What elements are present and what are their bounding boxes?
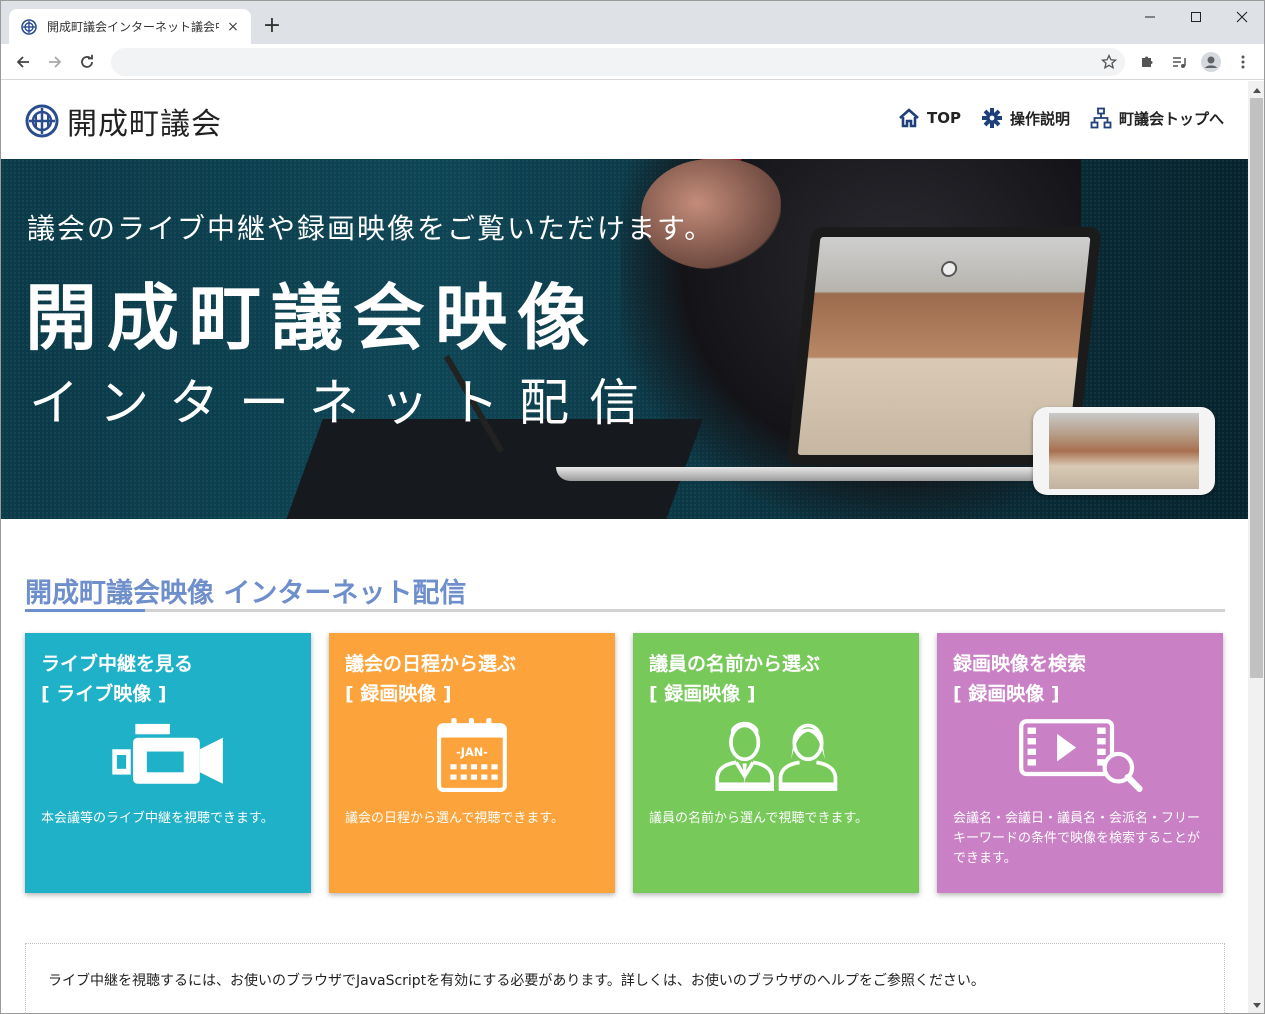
maximize-button[interactable] [1173, 1, 1219, 33]
menu-button[interactable] [1229, 48, 1257, 76]
card-subtitle: [ 録画映像 ] [953, 683, 1060, 705]
card-search[interactable]: 録画映像を検索 [ 録画映像 ] 会議名・会議日・議員名・会派名・フリーキーワー… [937, 633, 1223, 893]
card-live-stream[interactable]: ライブ中継を見る [ ライブ映像 ] 本会議等のライブ中継を視聴できます。 [25, 633, 311, 893]
javascript-notice: ライブ中継を視聴するには、お使いのブラウザでJavaScriptを有効にする必要… [25, 943, 1225, 1013]
video-camera-icon [25, 717, 311, 797]
card-title: 議会の日程から選ぶ [345, 653, 517, 675]
nav-item-label: TOP [926, 109, 961, 127]
reload-button[interactable] [73, 48, 101, 76]
hero-banner: 議会のライブ中継や録画映像をご覧いただけます。 開成町議会映像 インターネット配… [1, 159, 1248, 519]
hero-subtitle: 議会のライブ中継や録画映像をご覧いただけます。 [27, 212, 715, 245]
home-icon [899, 108, 919, 128]
video-search-icon [937, 717, 1223, 797]
back-button[interactable] [9, 48, 37, 76]
reload-icon [81, 54, 93, 68]
minimize-icon [1145, 16, 1155, 18]
forward-button[interactable] [41, 48, 69, 76]
card-subtitle: [ 録画映像 ] [345, 683, 452, 705]
smartphone-illustration [1033, 407, 1215, 495]
card-by-member[interactable]: 議員の名前から選ぶ [ 録画映像 ] 議員の名前から選んで視聴できます。 [633, 633, 919, 893]
chamber-emblem [940, 260, 959, 277]
playlist-icon [1173, 57, 1186, 68]
section-divider [25, 609, 1225, 612]
kebab-menu-icon [1241, 55, 1245, 69]
tab-title: 開成町議会インターネット議会中継 [47, 20, 219, 34]
hero-title: 開成町議会映像 [25, 276, 600, 360]
section-title: 開成町議会映像 インターネット配信 [25, 578, 467, 609]
sitemap-icon [1090, 107, 1112, 129]
card-title: 録画映像を検索 [953, 653, 1087, 675]
card-description: 議会の日程から選んで視聴できます。 [345, 811, 565, 826]
address-bar[interactable] [111, 48, 1125, 76]
puzzle-icon [1142, 56, 1153, 67]
main-content: 開成町議会映像 インターネット配信 ライブ中継を見る [ ライブ映像 ] 本会議… [25, 571, 1225, 1013]
new-tab-button[interactable]: + [259, 14, 285, 40]
calendar-month-label: -JAN- [456, 746, 488, 759]
arrow-left-icon [16, 56, 29, 68]
site-header: 開成町議会 TOP 操作説明 町議会トップへ [1, 81, 1248, 159]
browser-window: 開成町議会インターネット議会中継 × + [0, 0, 1265, 1014]
town-emblem-icon [21, 18, 37, 35]
nav-item-label: 操作説明 [1009, 109, 1070, 128]
nav-item-label: 町議会トップへ [1118, 109, 1224, 128]
nav-item-top[interactable]: TOP [898, 107, 961, 129]
browser-tab[interactable]: 開成町議会インターネット議会中継 × [9, 9, 251, 44]
maximize-icon [1191, 12, 1201, 22]
card-by-schedule[interactable]: 議会の日程から選ぶ [ 録画映像 ] -JAN- 議会の日程から選んで視聴できま… [329, 633, 615, 893]
nav-item-help[interactable]: 操作説明 [981, 107, 1070, 129]
avatar-icon [1201, 52, 1221, 72]
phone-screen [1049, 413, 1199, 489]
calendar-icon: -JAN- [329, 717, 615, 797]
card-description: 議員の名前から選んで視聴できます。 [649, 811, 869, 826]
card-subtitle: [ 録画映像 ] [649, 683, 756, 705]
bookmark-star-icon[interactable] [1101, 54, 1117, 70]
card-subtitle: [ ライブ映像 ] [41, 683, 167, 705]
card-title: 議員の名前から選ぶ [649, 653, 821, 675]
page-viewport: 開成町議会 TOP 操作説明 町議会トップへ 議会のライブ中継や録画映像をご覧い… [1, 81, 1248, 1013]
menu-cards: ライブ中継を見る [ ライブ映像 ] 本会議等のライブ中継を視聴できます。 議会… [25, 633, 1225, 893]
laptop-base [556, 467, 1076, 481]
people-icon [633, 717, 919, 797]
site-logo-text: 開成町議会 [67, 107, 222, 142]
close-window-button[interactable] [1219, 1, 1264, 33]
site-nav: TOP 操作説明 町議会トップへ [878, 107, 1224, 129]
scroll-thumb[interactable] [1250, 98, 1263, 678]
card-description: 会議名・会議日・議員名・会派名・フリーキーワードの条件で映像を検索することができ… [953, 811, 1201, 866]
site-logo[interactable]: 開成町議会 [25, 99, 222, 143]
arrow-right-icon [49, 56, 62, 68]
tab-close-icon[interactable]: × [225, 19, 241, 35]
town-emblem-icon [25, 104, 59, 138]
hero-title-secondary: インターネット配信 [29, 374, 659, 432]
card-title: ライブ中継を見る [41, 653, 194, 675]
media-button[interactable] [1165, 48, 1193, 76]
section-divider-accent [25, 609, 145, 612]
extensions-button[interactable] [1133, 48, 1161, 76]
page-scrollbar[interactable] [1248, 81, 1264, 1013]
scroll-down-arrow-icon[interactable] [1248, 997, 1264, 1013]
browser-toolbar [1, 44, 1264, 80]
tab-strip: 開成町議会インターネット議会中継 × + [1, 1, 1264, 44]
scroll-up-arrow-icon[interactable] [1248, 81, 1264, 98]
card-description: 本会議等のライブ中継を視聴できます。 [41, 811, 274, 826]
nav-item-council-top[interactable]: 町議会トップへ [1090, 107, 1224, 129]
profile-button[interactable] [1197, 48, 1225, 76]
gear-icon [981, 108, 1002, 128]
close-icon [1236, 11, 1248, 23]
minimize-button[interactable] [1127, 1, 1173, 33]
